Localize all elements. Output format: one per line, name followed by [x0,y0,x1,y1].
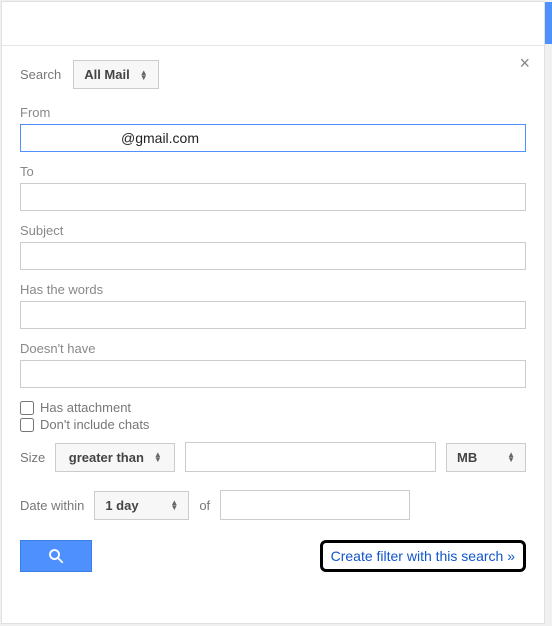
from-input[interactable] [20,124,526,152]
has-attachment-label: Has attachment [40,400,131,415]
search-scope-dropdown[interactable]: All Mail ▲▼ [73,60,158,89]
size-unit-value: MB [457,450,477,465]
date-within-label: Date within [20,498,84,513]
doesnt-have-label: Doesn't have [20,341,526,356]
size-comparator-value: greater than [69,450,144,465]
date-range-dropdown[interactable]: 1 day ▲▼ [94,491,189,520]
size-comparator-dropdown[interactable]: greater than ▲▼ [55,443,175,472]
from-label: From [20,105,526,120]
size-value-input[interactable] [185,442,436,472]
date-of-label: of [199,498,210,513]
sort-arrows-icon: ▲▼ [170,500,178,510]
search-label: Search [20,67,61,82]
search-button[interactable] [20,540,92,572]
sort-arrows-icon: ▲▼ [507,452,515,462]
no-chats-checkbox[interactable] [20,418,34,432]
sort-arrows-icon: ▲▼ [140,70,148,80]
has-attachment-checkbox[interactable] [20,401,34,415]
no-chats-label: Don't include chats [40,417,149,432]
create-filter-link[interactable]: Create filter with this search » [320,540,526,572]
doesnt-have-input[interactable] [20,360,526,388]
subject-input[interactable] [20,242,526,270]
search-scope-value: All Mail [84,67,130,82]
has-words-input[interactable] [20,301,526,329]
search-bar-placeholder [2,2,544,46]
to-label: To [20,164,526,179]
date-range-value: 1 day [105,498,138,513]
sort-arrows-icon: ▲▼ [154,452,162,462]
subject-label: Subject [20,223,526,238]
edge-accent [545,2,552,44]
size-label: Size [20,450,45,465]
date-input[interactable] [220,490,410,520]
to-input[interactable] [20,183,526,211]
has-words-label: Has the words [20,282,526,297]
size-unit-dropdown[interactable]: MB ▲▼ [446,443,526,472]
search-options-panel: × Search All Mail ▲▼ From To Subject Has… [1,1,545,624]
search-icon [47,547,65,565]
close-icon[interactable]: × [519,54,530,72]
